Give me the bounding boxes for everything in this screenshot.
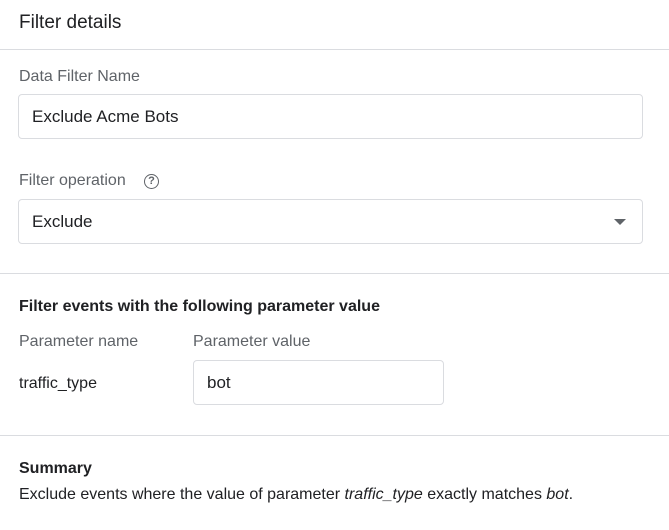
parameter-name-header: Parameter name [19, 333, 139, 350]
parameter-section-title: Filter events with the following paramet… [19, 298, 380, 315]
parameter-value-header: Parameter value [193, 333, 311, 350]
summary-title: Summary [19, 460, 92, 477]
divider [0, 273, 669, 274]
filter-operation-label: Filter operation [19, 172, 126, 189]
filter-name-label: Data Filter Name [19, 68, 140, 85]
divider [0, 435, 669, 436]
filter-details-panel: Filter details Data Filter Name Filter o… [0, 0, 669, 530]
panel-header: Filter details [0, 0, 669, 50]
summary-suffix: . [568, 486, 574, 503]
filter-name-input[interactable] [32, 95, 629, 138]
parameter-name-value: traffic_type [19, 375, 97, 392]
help-circle-icon[interactable]: ? [144, 174, 159, 189]
filter-name-field[interactable] [18, 94, 643, 139]
summary-prefix: Exclude events where the value of parame… [19, 486, 345, 503]
summary-text: Exclude events where the value of parame… [19, 486, 573, 504]
parameter-value-input[interactable] [207, 361, 430, 404]
page-title: Filter details [19, 12, 122, 33]
summary-value: bot [546, 486, 569, 503]
summary-param: traffic_type [344, 486, 423, 503]
summary-middle: exactly matches [422, 486, 547, 503]
parameter-value-field[interactable] [193, 360, 444, 405]
caret-down-icon [614, 219, 626, 225]
filter-operation-select[interactable]: Exclude [18, 199, 643, 244]
filter-operation-value: Exclude [32, 212, 93, 231]
